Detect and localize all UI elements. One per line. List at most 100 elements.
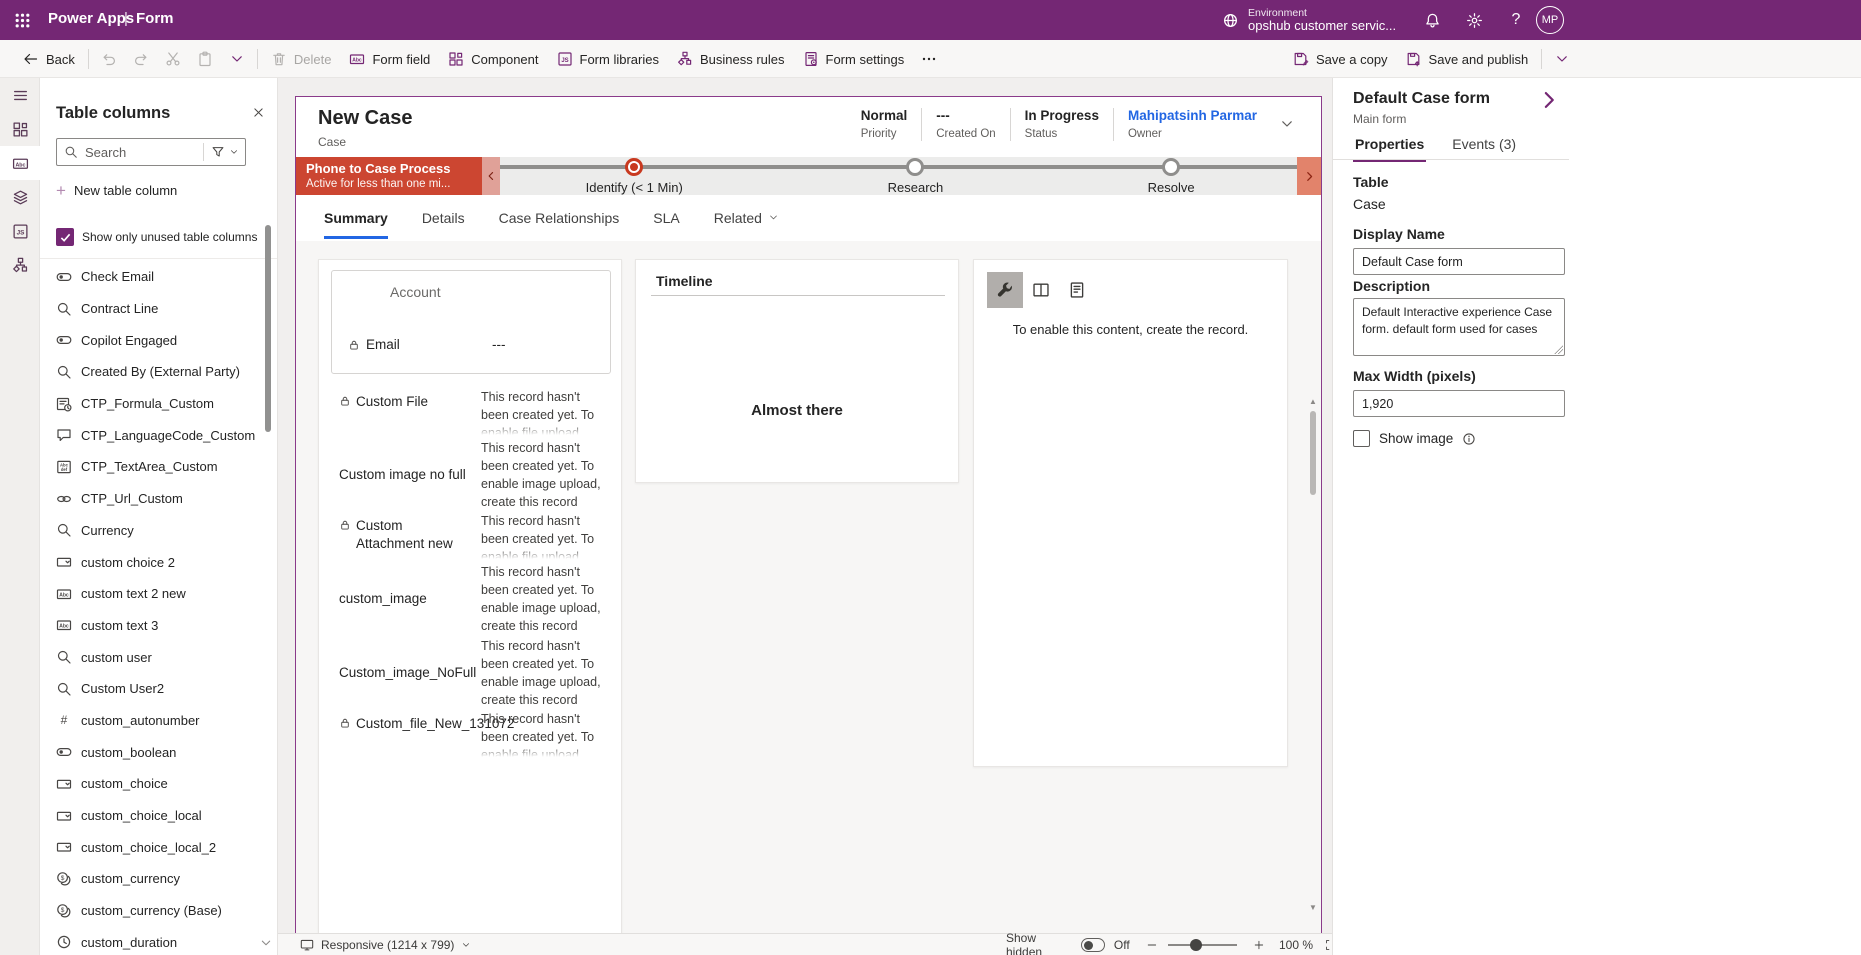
form-libraries-button[interactable]: JSForm libraries [548,40,668,78]
show-image-checkbox[interactable]: Show image [1353,430,1476,447]
rail-menu-button[interactable] [0,78,40,112]
header-field[interactable]: In ProgressStatus [1010,108,1113,141]
header-field[interactable]: NormalPriority [847,108,922,141]
business-rules-button[interactable]: Business rules [668,40,794,78]
overflow-button[interactable] [913,40,945,78]
rail-business-rules-button[interactable] [0,248,40,282]
table-column-item[interactable]: $custom_currency [40,863,278,895]
table-column-item[interactable]: custom user [40,641,278,673]
avatar[interactable]: MP [1536,6,1564,34]
new-table-column-button[interactable]: + New table column [56,182,177,199]
table-column-item[interactable]: CTP_Url_Custom [40,483,278,515]
form-preview[interactable]: New Case Case NormalPriority---Created O… [295,96,1322,955]
waffle-menu-button[interactable] [0,0,44,40]
table-column-item[interactable]: $custom_currency (Base) [40,895,278,927]
bpf-banner[interactable]: Phone to Case Process Active for less th… [296,157,482,195]
stage-circle-icon[interactable] [1162,158,1180,176]
collapse-panel-button[interactable] [1539,90,1559,110]
paste-button[interactable] [189,40,221,78]
form-field-row[interactable]: custom_imageThis record hasn't been crea… [339,562,607,636]
header-field[interactable]: ---Created On [921,108,1009,141]
form-tab-case-relationships[interactable]: Case Relationships [499,198,620,239]
table-column-item[interactable]: Abccustom text 3 [40,610,278,642]
form-field-row[interactable]: Custom Attachment newThis record hasn't … [339,512,607,562]
table-column-item[interactable]: Abccustom text 2 new [40,578,278,610]
bpf-collapse-button[interactable] [482,157,500,195]
fit-screen-button[interactable] [1325,938,1332,952]
save-and-publish-button[interactable]: Save and publish [1397,40,1538,78]
search-input[interactable] [85,145,203,160]
zoom-in-button[interactable] [1253,938,1265,952]
settings-button[interactable] [1454,0,1494,40]
notifications-button[interactable] [1412,0,1452,40]
table-column-item[interactable]: Currency [40,515,278,547]
scrollbar-thumb[interactable] [1310,411,1316,495]
email-field[interactable]: Email [348,337,400,352]
table-column-item[interactable]: Contract Line [40,293,278,325]
properties-tab-properties[interactable]: Properties [1353,130,1426,162]
form-tab-button[interactable] [1059,272,1095,308]
cut-button[interactable] [157,40,189,78]
rail-form-libraries-button[interactable]: JS [0,214,40,248]
form-tab-details[interactable]: Details [422,198,465,239]
filter-button[interactable] [211,145,225,159]
description-input[interactable]: Default Interactive experience Case form… [1353,298,1565,356]
clipboard-dropdown-button[interactable] [221,40,253,78]
table-column-item[interactable]: CTP_Formula_Custom [40,388,278,420]
show-unused-columns-checkbox[interactable]: Show only unused table columns [56,228,257,246]
sidebar-scrollbar[interactable] [265,225,271,432]
max-width-input[interactable] [1353,390,1565,417]
delete-button[interactable]: Delete [262,40,341,78]
form-field-row[interactable]: Custom FileThis record hasn't been creat… [339,388,607,438]
tools-tab-button[interactable] [987,272,1023,308]
filter-dropdown-icon[interactable] [229,147,239,157]
stage-circle-icon[interactable] [906,158,924,176]
table-column-item[interactable]: AbcdefCTP_TextArea_Custom [40,451,278,483]
table-column-item[interactable]: custom_choice_local_2 [40,831,278,863]
table-column-item[interactable]: Created By (External Party) [40,356,278,388]
scroll-down-button[interactable] [258,936,274,950]
table-column-item[interactable]: Check Email [40,261,278,293]
bpf-next-stage-button[interactable] [1297,157,1321,195]
form-tab-sla[interactable]: SLA [653,198,679,239]
scroll-down-arrow[interactable]: ▼ [1307,903,1319,913]
save-dropdown-button[interactable] [1546,40,1578,78]
table-column-item[interactable]: CTP_LanguageCode_Custom [40,419,278,451]
rail-table-columns-button[interactable]: Abc [0,146,40,180]
form-tab-summary[interactable]: Summary [324,198,388,239]
responsive-size-selector[interactable]: Responsive (1214 x 799) [300,934,471,955]
form-field-button[interactable]: AbcForm field [340,40,439,78]
resize-grip-icon[interactable] [1554,345,1563,354]
undo-button[interactable] [93,40,125,78]
table-column-item[interactable]: custom_duration [40,926,278,955]
zoom-out-button[interactable] [1146,938,1158,952]
show-hidden-toggle[interactable] [1081,938,1105,952]
header-field-value[interactable]: Mahipatsinh Parmar [1128,108,1257,125]
form-field-row[interactable]: Custom_file_New_131072This record hasn't… [339,710,607,760]
save-a-copy-button[interactable]: Save a copy [1284,40,1397,78]
environment-picker[interactable]: Environment opshub customer servic... [1222,0,1396,40]
redo-button[interactable] [125,40,157,78]
component-button[interactable]: Component [439,40,547,78]
back-button[interactable]: Back [14,40,84,78]
scroll-up-arrow[interactable]: ▲ [1307,397,1319,407]
table-column-item[interactable]: Copilot Engaged [40,324,278,356]
slider-knob[interactable] [1190,939,1202,951]
rail-components-button[interactable] [0,112,40,146]
properties-tab-events-3-[interactable]: Events (3) [1450,130,1518,162]
table-column-item[interactable]: custom_choice [40,768,278,800]
header-expand-button[interactable] [1279,116,1295,132]
header-field[interactable]: Mahipatsinh ParmarOwner [1113,108,1271,141]
close-panel-button[interactable] [246,100,270,124]
form-tab-related[interactable]: Related [714,198,779,239]
table-column-item[interactable]: custom choice 2 [40,546,278,578]
form-settings-button[interactable]: Form settings [794,40,914,78]
account-card[interactable]: Account Email --- [331,270,611,374]
form-field-row[interactable]: Custom_image_NoFullThis record hasn't be… [339,636,607,710]
table-column-item[interactable]: custom_choice_local [40,800,278,832]
form-field-row[interactable]: Custom image no fullThis record hasn't b… [339,438,607,512]
rail-tree-view-button[interactable] [0,180,40,214]
canvas-scrollbar[interactable]: ▲ ▼ [1307,397,1319,913]
help-button[interactable]: ? [1496,0,1536,40]
zoom-slider[interactable] [1168,938,1238,952]
